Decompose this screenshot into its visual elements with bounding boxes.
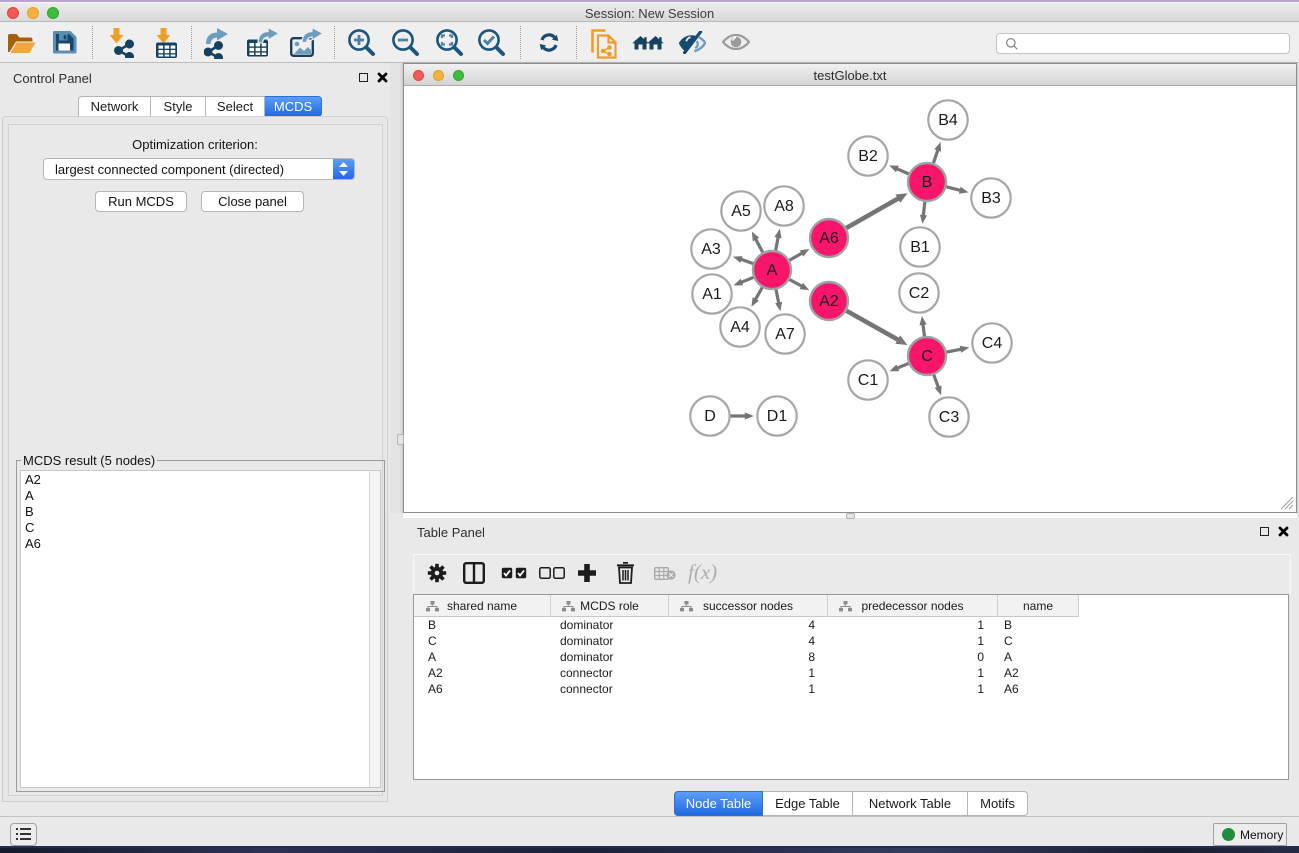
svg-text:A5: A5 — [731, 203, 751, 220]
svg-text:C: C — [921, 348, 933, 365]
svg-text:B4: B4 — [938, 112, 958, 129]
svg-text:A8: A8 — [774, 198, 794, 215]
svg-text:A4: A4 — [730, 319, 750, 336]
svg-text:D1: D1 — [767, 408, 788, 425]
svg-text:B2: B2 — [858, 148, 878, 165]
svg-text:A3: A3 — [701, 241, 721, 258]
svg-text:B: B — [922, 174, 933, 191]
svg-text:C3: C3 — [939, 409, 960, 426]
svg-text:A1: A1 — [702, 286, 722, 303]
svg-text:A2: A2 — [819, 293, 839, 310]
svg-text:A6: A6 — [819, 230, 839, 247]
svg-text:A: A — [767, 262, 778, 279]
svg-text:C2: C2 — [909, 285, 930, 302]
svg-text:D: D — [704, 408, 716, 425]
svg-text:B1: B1 — [910, 239, 930, 256]
svg-text:B3: B3 — [981, 190, 1001, 207]
svg-text:A7: A7 — [775, 326, 795, 343]
svg-text:C1: C1 — [858, 372, 879, 389]
svg-text:C4: C4 — [982, 335, 1003, 352]
